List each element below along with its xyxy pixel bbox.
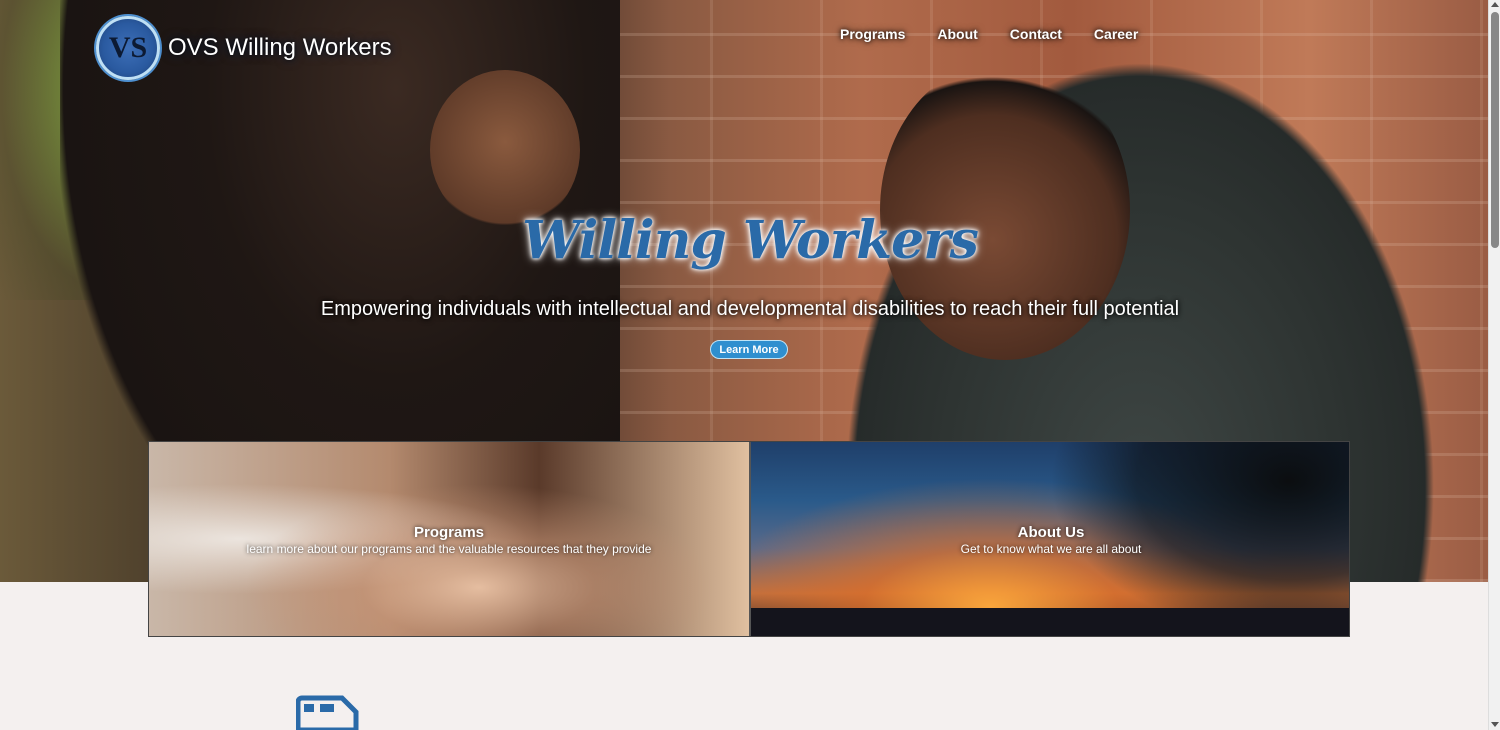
scroll-down-icon[interactable] — [1491, 722, 1499, 727]
programs-card-title: Programs — [413, 524, 485, 541]
hero-photo-face-left — [430, 70, 580, 230]
nav-link-career[interactable]: Career — [1078, 24, 1154, 44]
site-logo[interactable]: VS OVS Willing Workers — [96, 16, 392, 80]
feature-cards: Programs learn more about our programs a… — [148, 441, 1350, 637]
nav-link-programs[interactable]: Programs — [824, 24, 921, 44]
about-card-text: About Us Get to know what we are all abo… — [751, 524, 1349, 556]
city-skyline — [751, 608, 1349, 636]
hero-script-title: Willing Workers — [522, 210, 979, 271]
page-scrollbar[interactable] — [1488, 0, 1500, 730]
nav-link-contact[interactable]: Contact — [994, 24, 1078, 44]
about-card-title: About Us — [1017, 524, 1085, 541]
van-icon — [296, 695, 359, 730]
learn-more-button[interactable]: Learn More — [710, 340, 788, 359]
scrollbar-thumb[interactable] — [1491, 12, 1499, 248]
logo-badge-icon: VS — [96, 16, 160, 80]
main-nav: Programs About Contact Career — [824, 24, 1154, 44]
scroll-up-icon[interactable] — [1491, 2, 1499, 7]
about-card[interactable]: About Us Get to know what we are all abo… — [749, 442, 1349, 636]
programs-card-subtitle: learn more about our programs and the va… — [246, 542, 652, 556]
hero-tagline: Empowering individuals with intellectual… — [320, 298, 1180, 320]
programs-card-text: Programs learn more about our programs a… — [149, 524, 749, 556]
nav-link-about[interactable]: About — [921, 24, 993, 44]
about-card-subtitle: Get to know what we are all about — [960, 542, 1142, 556]
programs-card[interactable]: Programs learn more about our programs a… — [149, 442, 749, 636]
site-name: OVS Willing Workers — [168, 34, 392, 61]
